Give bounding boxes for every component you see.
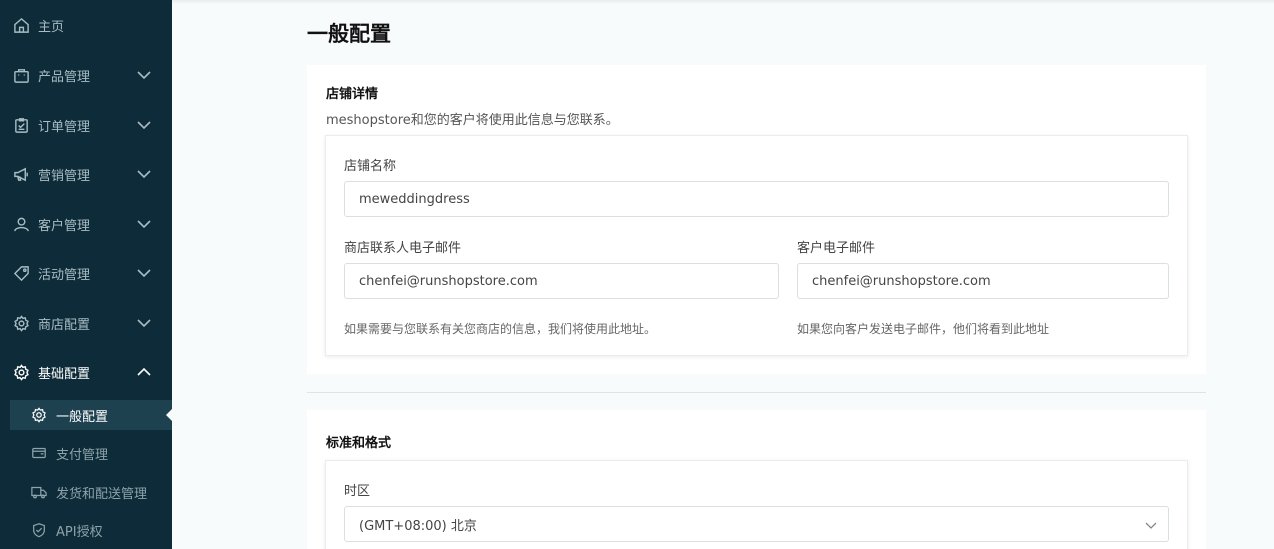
sidebar: 主页 产品管理 订单管理 营销管理 客户管理 活动管理 商店配置 基础配置 一般… bbox=[0, 0, 172, 549]
sidebar-item-home[interactable]: 主页 bbox=[0, 5, 172, 45]
sidebar-item-label: 活动管理 bbox=[38, 267, 91, 283]
timezone-label: 时区 bbox=[344, 484, 371, 499]
chevron-down-icon bbox=[137, 118, 151, 132]
sidebar-subitem-label: API授权 bbox=[56, 524, 103, 540]
sidebar-item-campaigns[interactable]: 活动管理 bbox=[0, 253, 172, 293]
customer-email-hint: 如果您向客户发送电子邮件，他们将看到此地址 bbox=[797, 322, 1050, 336]
chevron-down-icon bbox=[137, 266, 151, 280]
chevron-down-icon bbox=[1144, 518, 1158, 532]
topbar-shadow bbox=[172, 0, 1274, 4]
store-name-label: 店铺名称 bbox=[344, 159, 397, 174]
chevron-down-icon bbox=[137, 316, 151, 330]
store-details-title: 店铺详情 bbox=[326, 87, 379, 102]
sidebar-item-customers[interactable]: 客户管理 bbox=[0, 204, 172, 244]
sidebar-item-basic-settings[interactable]: 基础配置 bbox=[0, 352, 172, 392]
sidebar-item-label: 基础配置 bbox=[38, 366, 91, 382]
contact-email-label: 商店联系人电子邮件 bbox=[344, 241, 462, 256]
store-details-card: 店铺详情 meshopstore和您的客户将使用此信息与您联系。 店铺名称 me… bbox=[307, 65, 1206, 374]
gear-icon bbox=[12, 314, 30, 332]
sidebar-subitem-label: 支付管理 bbox=[56, 447, 109, 463]
chevron-down-icon bbox=[137, 68, 151, 82]
contact-email-hint: 如果需要与您联系有关您商店的信息，我们将使用此地址。 bbox=[344, 322, 657, 336]
home-icon bbox=[12, 16, 30, 34]
standards-card: 标准和格式 时区 (GMT+08:00) 北京 bbox=[307, 410, 1206, 549]
sidebar-item-products[interactable]: 产品管理 bbox=[0, 55, 172, 95]
truck-icon bbox=[30, 483, 48, 501]
gear-icon bbox=[30, 406, 48, 424]
wallet-icon bbox=[30, 444, 48, 462]
sidebar-subitem-label: 发货和配送管理 bbox=[56, 486, 148, 502]
standards-title: 标准和格式 bbox=[326, 436, 392, 451]
shield-icon bbox=[30, 521, 48, 539]
sidebar-subitem-shipping[interactable]: 发货和配送管理 bbox=[10, 477, 172, 507]
sidebar-item-label: 订单管理 bbox=[38, 119, 91, 135]
sidebar-item-label: 营销管理 bbox=[38, 168, 91, 184]
tag-icon bbox=[12, 264, 30, 282]
store-details-form: 店铺名称 meweddingdress 商店联系人电子邮件 chenfei@ru… bbox=[325, 135, 1188, 356]
standards-form: 时区 (GMT+08:00) 北京 bbox=[325, 460, 1188, 549]
megaphone-icon bbox=[12, 165, 30, 183]
timezone-value: (GMT+08:00) 北京 bbox=[359, 518, 477, 534]
page-title: 一般配置 bbox=[307, 22, 391, 46]
store-name-input[interactable]: meweddingdress bbox=[344, 181, 1169, 217]
customer-email-label: 客户电子邮件 bbox=[797, 241, 876, 256]
chevron-down-icon bbox=[137, 217, 151, 231]
chevron-down-icon bbox=[137, 167, 151, 181]
clipboard-icon bbox=[12, 116, 30, 134]
customer-email-input[interactable]: chenfei@runshopstore.com bbox=[797, 263, 1169, 299]
contact-email-input[interactable]: chenfei@runshopstore.com bbox=[344, 263, 779, 299]
sidebar-subitem-api-auth[interactable]: API授权 bbox=[10, 515, 172, 545]
gear-icon bbox=[12, 363, 30, 381]
sidebar-subitem-payments[interactable]: 支付管理 bbox=[10, 438, 172, 468]
sidebar-item-label: 产品管理 bbox=[38, 69, 91, 85]
section-divider bbox=[307, 392, 1206, 393]
timezone-select[interactable]: (GMT+08:00) 北京 bbox=[344, 506, 1169, 542]
sidebar-subitem-general-settings[interactable]: 一般配置 bbox=[10, 400, 172, 430]
user-icon bbox=[12, 215, 30, 233]
bag-icon bbox=[12, 66, 30, 84]
sidebar-item-label: 主页 bbox=[38, 19, 65, 35]
store-details-description: meshopstore和您的客户将使用此信息与您联系。 bbox=[326, 113, 619, 128]
sidebar-subitem-label: 一般配置 bbox=[56, 409, 109, 425]
chevron-up-icon bbox=[137, 365, 151, 379]
sidebar-item-label: 客户管理 bbox=[38, 218, 91, 234]
sidebar-item-store-settings[interactable]: 商店配置 bbox=[0, 303, 172, 343]
sidebar-item-marketing[interactable]: 营销管理 bbox=[0, 154, 172, 194]
sidebar-item-label: 商店配置 bbox=[38, 317, 91, 333]
sidebar-item-orders[interactable]: 订单管理 bbox=[0, 105, 172, 145]
